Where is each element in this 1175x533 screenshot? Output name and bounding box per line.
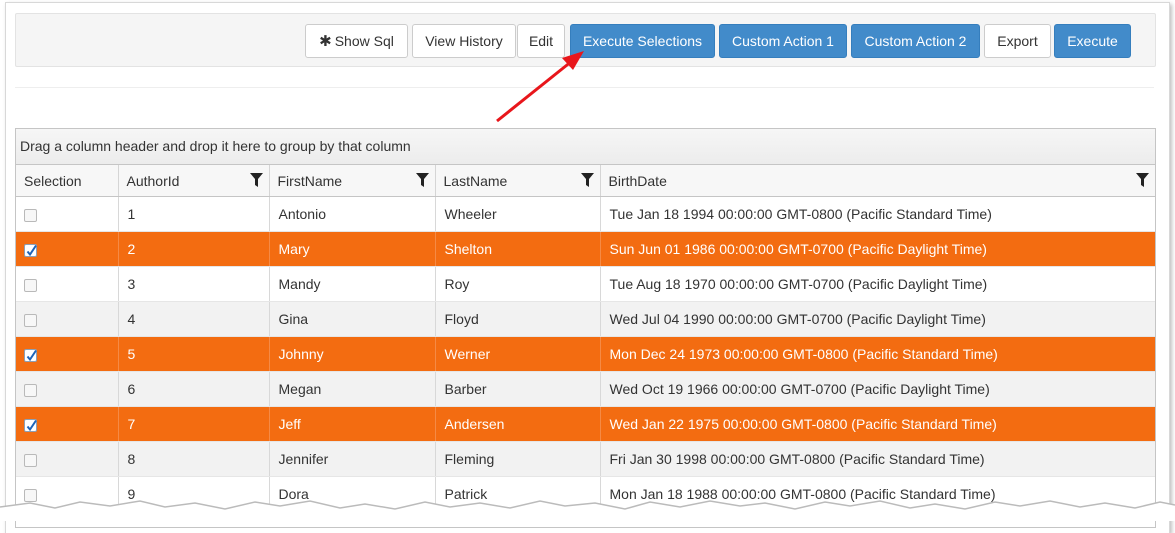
row-checkbox[interactable] xyxy=(24,348,37,362)
selection-cell xyxy=(16,406,118,442)
column-header-birthdate[interactable]: BirthDate xyxy=(599,165,1155,197)
row-checkbox[interactable] xyxy=(24,278,37,292)
column-header-label: Selection xyxy=(24,172,82,189)
table-row[interactable]: 2 Mary Shelton Sun Jun 01 1986 00:00:00 GMT… xyxy=(16,231,1155,267)
birth-date-cell: Mon Dec 24 1973 00:00:00 GMT-0800 (Pacif… xyxy=(599,336,1155,372)
column-header-label: LastName xyxy=(443,172,508,189)
grid-body: 1 Antonio Wheeler Tue Jan 18 1994 00:00:00 … xyxy=(16,196,1155,512)
birth-date-cell: Tue Jan 18 1994 00:00:00 GMT-0800 (Pacif… xyxy=(599,196,1155,232)
table-row[interactable]: 5 Johnny Werner Mon Dec 24 1973 00:00:00 GM… xyxy=(16,336,1155,372)
row-checkbox[interactable] xyxy=(24,383,37,397)
divider xyxy=(15,87,1154,88)
last-name-cell: Shelton xyxy=(434,231,600,267)
custom-action-2-button[interactable]: Custom Action 2 xyxy=(851,24,980,58)
author-id-cell: 3 xyxy=(117,266,269,302)
last-name-cell: Fleming xyxy=(434,441,600,477)
row-checkbox[interactable] xyxy=(24,453,37,467)
birth-date-cell: Wed Jan 22 1975 00:00:00 GMT-0800 (Pacif… xyxy=(599,406,1155,442)
column-header-label: FirstName xyxy=(277,172,343,189)
author-id-cell: 2 xyxy=(117,231,269,267)
column-header-lastname[interactable]: LastName xyxy=(434,165,600,197)
author-id-cell: 5 xyxy=(117,336,269,372)
table-row[interactable]: 6 Megan Barber Wed Oct 19 1966 00:00:00 GMT… xyxy=(16,371,1155,407)
first-name-cell: Jeff xyxy=(268,406,435,442)
first-name-cell: Gina xyxy=(268,301,435,337)
author-id-cell: 1 xyxy=(117,196,269,232)
grid-table: Selection AuthorId FirstName LastName Bi… xyxy=(16,165,1155,512)
birth-date-cell: Wed Oct 19 1966 00:00:00 GMT-0700 (Pacif… xyxy=(599,371,1155,407)
author-id-cell: 7 xyxy=(117,406,269,442)
row-checkbox[interactable] xyxy=(24,488,37,502)
edit-button[interactable]: Edit xyxy=(517,24,565,58)
selection-cell xyxy=(16,371,118,407)
selection-cell xyxy=(16,336,118,372)
first-name-cell: Mandy xyxy=(268,266,435,302)
show-sql-label: Show Sql xyxy=(334,33,394,49)
selection-cell xyxy=(16,231,118,267)
column-header-label: BirthDate xyxy=(608,172,667,189)
first-name-cell: Mary xyxy=(268,231,435,267)
export-button[interactable]: Export xyxy=(984,24,1051,58)
first-name-cell: Dora xyxy=(268,476,435,512)
row-checkbox[interactable] xyxy=(24,418,37,432)
last-name-cell: Andersen xyxy=(434,406,600,442)
custom-action-1-button[interactable]: Custom Action 1 xyxy=(719,24,847,58)
show-sql-button[interactable]: ✱ Show Sql xyxy=(305,24,408,58)
column-header-label: AuthorId xyxy=(126,172,180,189)
selection-cell xyxy=(16,441,118,477)
first-name-cell: Megan xyxy=(268,371,435,407)
group-panel[interactable]: Drag a column header and drop it here to… xyxy=(16,129,1155,165)
last-name-cell: Werner xyxy=(434,336,600,372)
table-row[interactable]: 9 Dora Patrick Mon Jan 18 1988 00:00:00 GMT… xyxy=(16,476,1155,512)
table-row[interactable]: 1 Antonio Wheeler Tue Jan 18 1994 00:00:00 … xyxy=(16,196,1155,232)
header-row: Selection AuthorId FirstName LastName Bi… xyxy=(16,165,1155,197)
first-name-cell: Jennifer xyxy=(268,441,435,477)
last-name-cell: Wheeler xyxy=(434,196,600,232)
row-checkbox[interactable] xyxy=(24,243,37,257)
last-name-cell: Barber xyxy=(434,371,600,407)
execute-button[interactable]: Execute xyxy=(1054,24,1131,58)
last-name-cell: Patrick xyxy=(434,476,600,512)
author-id-cell: 4 xyxy=(117,301,269,337)
selection-cell xyxy=(16,266,118,302)
birth-date-cell: Mon Jan 18 1988 00:00:00 GMT-0800 (Pacif… xyxy=(599,476,1155,512)
filter-icon[interactable] xyxy=(249,173,263,187)
birth-date-cell: Wed Jul 04 1990 00:00:00 GMT-0700 (Pacif… xyxy=(599,301,1155,337)
last-name-cell: Roy xyxy=(434,266,600,302)
birth-date-cell: Tue Aug 18 1970 00:00:00 GMT-0700 (Pacif… xyxy=(599,266,1155,302)
column-header-selection[interactable]: Selection xyxy=(16,165,118,197)
author-id-cell: 9 xyxy=(117,476,269,512)
table-row[interactable]: 4 Gina Floyd Wed Jul 04 1990 00:00:00 GMT-0… xyxy=(16,301,1155,337)
birth-date-cell: Sun Jun 01 1986 00:00:00 GMT-0700 (Pacif… xyxy=(599,231,1155,267)
author-id-cell: 8 xyxy=(117,441,269,477)
view-history-button[interactable]: View History xyxy=(412,24,516,58)
column-header-authorid[interactable]: AuthorId xyxy=(117,165,269,197)
filter-icon[interactable] xyxy=(1136,173,1149,187)
table-row[interactable]: 7 Jeff Andersen Wed Jan 22 1975 00:00:00 GM… xyxy=(16,406,1155,442)
filter-icon[interactable] xyxy=(415,173,429,187)
last-name-cell: Floyd xyxy=(434,301,600,337)
column-header-firstname[interactable]: FirstName xyxy=(268,165,435,197)
selection-cell xyxy=(16,476,118,512)
filter-icon[interactable] xyxy=(580,173,594,187)
authors-grid: Drag a column header and drop it here to… xyxy=(15,128,1156,528)
selection-cell xyxy=(16,301,118,337)
table-row[interactable]: 3 Mandy Roy Tue Aug 18 1970 00:00:00 GMT-07… xyxy=(16,266,1155,302)
row-checkbox[interactable] xyxy=(24,208,37,222)
row-checkbox[interactable] xyxy=(24,313,37,327)
first-name-cell: Johnny xyxy=(268,336,435,372)
execute-selections-button[interactable]: Execute Selections xyxy=(570,24,715,58)
author-id-cell: 6 xyxy=(117,371,269,407)
birth-date-cell: Fri Jan 30 1998 00:00:00 GMT-0800 (Pacif… xyxy=(599,441,1155,477)
selection-cell xyxy=(16,196,118,232)
table-row[interactable]: 8 Jennifer Fleming Fri Jan 30 1998 00:00:00… xyxy=(16,441,1155,477)
asterisk-icon: ✱ xyxy=(319,33,332,50)
toolbar: ✱ Show Sql View History Edit Execute Sele… xyxy=(15,13,1156,67)
first-name-cell: Antonio xyxy=(268,196,435,232)
